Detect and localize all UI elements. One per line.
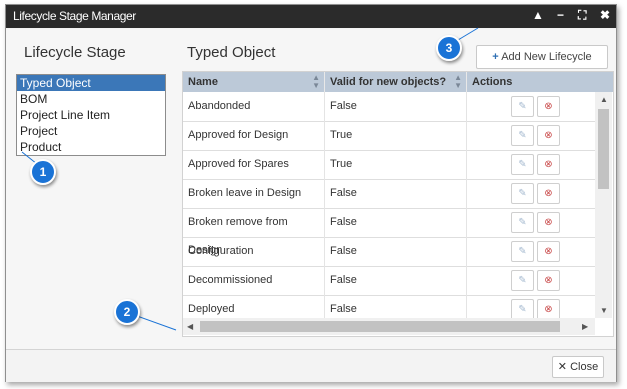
edit-pencil-icon[interactable]: ✎ [511,212,534,233]
row-actions-cell: ✎ ⊗ [467,179,595,208]
column-header-valid-label: Valid for new objects? [330,76,447,88]
callout-1: 1 [30,159,56,185]
row-actions-cell: ✎ ⊗ [467,92,595,121]
table-row[interactable]: Decommissioned False ✎ ⊗ [183,266,595,296]
dialog-content: Lifecycle Stage Typed Object BOM Project… [6,29,616,349]
row-valid-cell: True [325,150,467,179]
row-name-cell: Configuration [183,237,325,266]
row-actions-cell: ✎ ⊗ [467,121,595,150]
close-x-icon: ✕ [557,361,568,373]
table-row[interactable]: Broken leave in Design False ✎ ⊗ [183,179,595,209]
sort-icon: ▲ ▼ [454,73,462,90]
delete-circle-icon[interactable]: ⊗ [537,241,560,262]
delete-circle-icon[interactable]: ⊗ [537,96,560,117]
row-actions-cell: ✎ ⊗ [467,150,595,179]
row-valid-cell: False [325,92,467,121]
row-valid-cell: False [325,237,467,266]
row-name-cell: Broken remove from Design [183,208,325,256]
horizontal-scrollbar[interactable]: ◀ ▶ [183,318,595,335]
row-valid-cell: False [325,208,467,237]
plus-icon: + [492,51,499,63]
table-row[interactable]: Approved for Design True ✎ ⊗ [183,121,595,151]
column-header-actions: Actions [472,76,513,88]
edit-pencil-icon[interactable]: ✎ [511,183,534,204]
lifecycle-stage-manager-window: Lifecycle Stage Manager ▲ − ⛶ ✖ Lifecycl… [5,4,617,382]
table-row[interactable]: Approved for Spares True ✎ ⊗ [183,150,595,180]
typed-object-heading: Typed Object [187,44,276,61]
callout-3: 3 [436,35,462,61]
delete-circle-icon[interactable]: ⊗ [537,183,560,204]
edit-pencil-icon[interactable]: ✎ [511,299,534,320]
row-actions-cell: ✎ ⊗ [467,237,595,266]
edit-pencil-icon[interactable]: ✎ [511,96,534,117]
stage-item-typed-object[interactable]: Typed Object [17,75,165,91]
column-header-name[interactable]: Name ▲ ▼ [183,72,325,92]
delete-circle-icon[interactable]: ⊗ [537,154,560,175]
stage-item-product[interactable]: Product [17,139,165,155]
edit-pencil-icon[interactable]: ✎ [511,154,534,175]
row-valid-cell: True [325,121,467,150]
close-icon[interactable]: ✖ [600,8,610,22]
stage-item-project-line-item[interactable]: Project Line Item [17,107,165,123]
row-name-cell: Approved for Spares [183,150,325,179]
stage-item-project[interactable]: Project [17,123,165,139]
row-name-cell: Abandonded [183,92,325,121]
edit-pencil-icon[interactable]: ✎ [511,125,534,146]
close-button-label: Close [570,361,599,373]
delete-circle-icon[interactable]: ⊗ [537,125,560,146]
scroll-left-icon[interactable]: ◀ [187,322,193,331]
column-header-valid[interactable]: Valid for new objects? ▲ ▼ [325,72,467,92]
minimize-icon[interactable]: − [557,8,564,22]
stage-item-bom[interactable]: BOM [17,91,165,107]
sort-icon: ▲ ▼ [312,73,320,90]
dialog-footer: ✕ Close [6,349,616,382]
scroll-up-icon[interactable]: ▲ [600,95,608,104]
callout-2: 2 [114,299,140,325]
row-actions-cell: ✎ ⊗ [467,266,595,295]
row-valid-cell: False [325,179,467,208]
table-row[interactable]: Configuration False ✎ ⊗ [183,237,595,267]
vertical-scroll-thumb[interactable] [598,109,609,189]
edit-pencil-icon[interactable]: ✎ [511,241,534,262]
row-actions-cell: ✎ ⊗ [467,208,595,237]
close-button[interactable]: ✕ Close [552,356,604,378]
vertical-scrollbar[interactable]: ▲ ▼ [595,92,612,318]
title-bar: Lifecycle Stage Manager ▲ − ⛶ ✖ [6,5,616,28]
delete-circle-icon[interactable]: ⊗ [537,270,560,291]
lifecycle-stage-grid: Name ▲ ▼ Valid for new objects? ▲ ▼ Action… [182,71,614,337]
table-row[interactable]: Abandonded False ✎ ⊗ [183,92,595,122]
lifecycle-stage-heading: Lifecycle Stage [24,44,126,61]
add-new-lifecycle-stage-button[interactable]: + Add New Lifecycle Stage... [476,45,608,85]
horizontal-scroll-thumb[interactable] [200,321,560,332]
column-header-name-label: Name [188,76,218,88]
scroll-right-icon[interactable]: ▶ [582,322,588,331]
table-row[interactable]: Broken remove from Design False ✎ ⊗ [183,208,595,256]
grid-header: Name ▲ ▼ Valid for new objects? ▲ ▼ Action… [183,72,613,92]
row-name-cell: Decommissioned [183,266,325,295]
delete-circle-icon[interactable]: ⊗ [537,299,560,320]
row-name-cell: Approved for Design [183,121,325,150]
scroll-down-icon[interactable]: ▼ [600,306,608,315]
delete-circle-icon[interactable]: ⊗ [537,212,560,233]
row-valid-cell: False [325,266,467,295]
edit-pencil-icon[interactable]: ✎ [511,270,534,291]
window-title: Lifecycle Stage Manager [13,9,136,23]
collapse-icon[interactable]: ▲ [532,8,544,22]
lifecycle-stage-list[interactable]: Typed Object BOM Project Line Item Proje… [16,74,166,156]
maximize-icon[interactable]: ⛶ [578,8,586,23]
row-name-cell: Broken leave in Design [183,179,325,208]
